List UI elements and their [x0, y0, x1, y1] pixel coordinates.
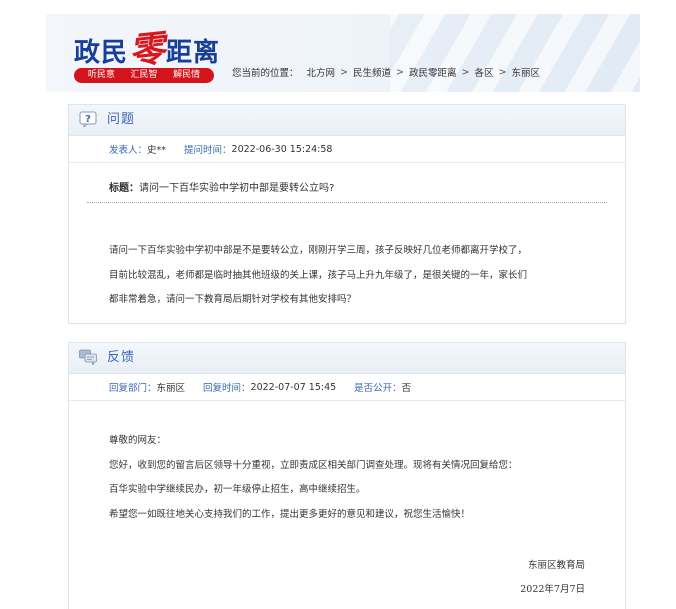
reply-panel-header: 反馈 [69, 343, 625, 374]
reply-time-label: 回复时间： [203, 383, 251, 394]
reply-section-title: 反馈 [107, 350, 136, 365]
reply-panel: 反馈 回复部门： 东丽区 回复时间： 2022-07-07 15:45 是否公开… [68, 342, 626, 609]
site-logo[interactable]: 政民 零 距离 [74, 24, 221, 73]
reply-signature: 东丽区教育局 [527, 560, 585, 571]
slogan-2: 汇民智 [130, 70, 158, 80]
question-body-line: 都非常着急，请问一下教育局后期针对学校有其他安排吗？ [109, 294, 357, 305]
question-title-text: 请问一下百华实验中学初中部是要转公立吗? [139, 183, 335, 194]
question-title: 标题：请问一下百华实验中学初中部是要转公立吗? [109, 179, 334, 194]
reply-body: 尊敬的网友： 您好，收到您的留言后区领导十分重视，立即责成区相关部门调查处理。现… [109, 429, 518, 527]
chat-bubbles-icon [79, 349, 97, 365]
site-banner: 政民 零 距离 听民意 汇民智 解民情 您当前的位置： 北方网 > 民生频道 >… [46, 14, 640, 92]
breadcrumb-item-home[interactable]: 北方网 [307, 65, 336, 79]
divider [87, 202, 607, 203]
question-body: 请问一下百华实验中学初中部是不是要转公立，刚刚开学三周，孩子反映好几位老师都离开… [109, 239, 589, 313]
breadcrumb-separator: > [340, 66, 348, 78]
logo-text-part2: 距离 [166, 38, 221, 68]
slogan-3: 解民情 [173, 70, 201, 80]
breadcrumb: 您当前的位置： 北方网 > 民生频道 > 政民零距离 > 各区 > 东丽区 [232, 65, 540, 80]
breadcrumb-label: 您当前的位置： [232, 68, 299, 79]
logo-zero-glyph: 零 [126, 27, 168, 73]
question-mark-icon: ? [79, 111, 97, 127]
ask-time-value: 2022-06-30 15:24:58 [231, 143, 333, 155]
public-value: 否 [401, 383, 412, 394]
page: 政民 零 距离 听民意 汇民智 解民情 您当前的位置： 北方网 > 民生频道 >… [0, 0, 676, 609]
reply-dept-label: 回复部门： [109, 383, 157, 394]
reply-body-line: 百华实验中学继续民办，初一年级停止招生，高中继续招生。 [109, 484, 366, 495]
question-panel: ? 问题 发表人： 史** 提问时间： 2022-06-30 15:24:58 … [68, 104, 626, 324]
breadcrumb-separator: > [498, 66, 507, 78]
slogan-1: 听民意 [87, 70, 115, 80]
reply-dept-value: 东丽区 [156, 383, 186, 394]
breadcrumb-item-section[interactable]: 政民零距离 [409, 65, 457, 79]
breadcrumb-item-district[interactable]: 东丽区 [511, 65, 540, 79]
slogan-bar: 听民意 汇民智 解民情 [74, 68, 214, 83]
question-body-line: 请问一下百华实验中学初中部是不是要转公立，刚刚开学三周，孩子反映好几位老师都离开… [109, 245, 528, 256]
svg-text:?: ? [85, 114, 91, 125]
reply-date: 2022年7月7日 [520, 584, 585, 595]
question-body-line: 目前比较混乱，老师都是临时抽其他班级的关上课，孩子马上升九年级了，是很关键的一年… [109, 269, 528, 281]
reply-body-line: 您好，收到您的留言后区领导十分重视，立即责成区相关部门调查处理。现将有关情况回复… [109, 459, 518, 471]
reply-time-value: 2022-07-07 15:45 [250, 381, 337, 393]
breadcrumb-item-districts[interactable]: 各区 [474, 65, 493, 79]
question-panel-header: ? 问题 [69, 105, 625, 136]
breadcrumb-separator: > [461, 66, 470, 78]
logo-text-part1: 政民 [74, 38, 129, 68]
question-meta: 发表人： 史** 提问时间： 2022-06-30 15:24:58 [69, 136, 625, 163]
public-label: 是否公开： [354, 383, 402, 394]
banner-decoration [390, 14, 640, 92]
reply-body-line: 尊敬的网友： [109, 435, 167, 446]
reply-meta: 回复部门： 东丽区 回复时间： 2022-07-07 15:45 是否公开： 否 [69, 374, 625, 401]
question-title-label: 标题： [109, 183, 139, 194]
breadcrumb-item-channel[interactable]: 民生频道 [353, 65, 391, 79]
question-section-title: 问题 [107, 112, 136, 127]
breadcrumb-separator: > [396, 66, 404, 78]
author-value: 史** [147, 145, 167, 156]
author-label: 发表人： [109, 145, 148, 156]
reply-body-line: 希望您一如既往地关心支持我们的工作，提出更多更好的意见和建议，祝您生活愉快！ [109, 508, 471, 520]
ask-time-label: 提问时间： [184, 145, 232, 156]
